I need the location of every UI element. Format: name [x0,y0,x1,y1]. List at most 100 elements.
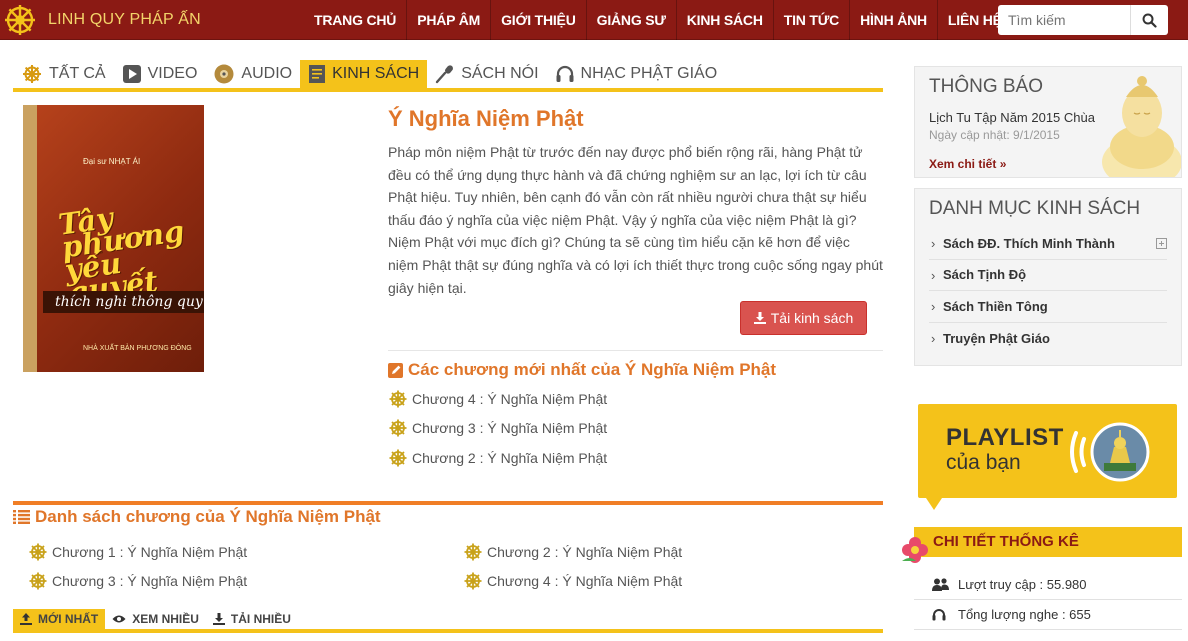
download-book-label: Tải kinh sách [770,310,854,326]
section-divider [13,501,883,505]
playlist-banner[interactable]: PLAYLIST của bạn [918,404,1177,510]
sort-tabs: MỚI NHẤT XEM NHIỀU TẢI NHIỀU [13,609,883,633]
chapter-list: Chương 1 : Ý Nghĩa Niệm Phật Chương 2 : … [28,537,888,595]
list-item[interactable]: Chương 1 : Ý Nghĩa Niệm Phật [28,537,463,566]
notice-date: Ngày cập nhật: 9/1/2015 [929,128,1060,142]
tab-audio[interactable]: AUDIO [205,60,300,88]
list-item[interactable]: Chương 3 : Ý Nghĩa Niệm Phật [388,414,607,444]
list-item[interactable]: Chương 2 : Ý Nghĩa Niệm Phật [463,537,888,566]
catalog-item[interactable]: › Sách ĐĐ. Thích Minh Thành [929,228,1167,260]
chevron-right-icon: › [931,267,936,283]
tab-video-label: VIDEO [147,65,198,82]
tab-audiobooks-label: SÁCH NÓI [461,65,539,82]
search-box [998,5,1168,35]
dharma-wheel-icon [21,63,43,85]
nav-item-teachers[interactable]: GIẢNG SƯ [587,0,677,40]
main-nav: TRANG CHỦ PHÁP ÂM GIỚI THIỆU GIẢNG SƯ KI… [304,0,1012,40]
catalog-item[interactable]: › Truyện Phật Giáo [929,323,1167,355]
dharma-wheel-icon [388,448,408,468]
play-icon [122,64,142,84]
stats-heading-bar: CHI TIẾT THỐNG KÊ [902,527,1182,563]
category-tabs: TẤT CẢ VIDEO AUDIO KINH SÁCH SÁCH NÓI NH… [13,60,883,92]
download-icon [212,613,225,625]
cover-subtitle: thích nghi thông quy [43,291,204,313]
headphones-icon [932,608,950,621]
stats-heading: CHI TIẾT THỐNG KÊ [933,533,1079,550]
catalog-item[interactable]: › Sách Thiền Tông [929,291,1167,323]
search-icon [1142,13,1157,28]
dharma-wheel-icon [463,571,483,591]
divider [388,350,883,351]
book-title: Ý Nghĩa Niệm Phật [388,106,584,131]
dharma-wheel-icon [28,542,48,562]
catalog-item[interactable]: › Sách Tịnh Độ [929,260,1167,291]
stat-row-listens: Tổng lượng nghe : 655 [914,600,1182,630]
list-item[interactable]: Chương 2 : Ý Nghĩa Niệm Phật [388,443,607,473]
stupa-sound-icon [1070,422,1150,482]
edit-icon [388,362,403,378]
cover-publisher: NHÀ XUẤT BẢN PHƯƠNG ĐÔNG [83,345,192,352]
lotus-flower-icon [902,537,928,563]
book-description: Pháp môn niệm Phật từ trước đến nay được… [388,144,883,296]
latest-chapters-list: Chương 4 : Ý Nghĩa Niệm Phật Chương 3 : … [388,384,607,473]
tab-all-label: TẤT CẢ [49,65,106,82]
chevron-right-icon: › [931,236,936,251]
tab-buddhist-music-label: NHẠC PHẬT GIÁO [580,65,718,82]
tab-all[interactable]: TẤT CẢ [13,60,114,88]
catalog-list: › Sách ĐĐ. Thích Minh Thành › Sách Tịnh … [929,228,1167,354]
disc-icon [213,63,235,85]
nav-item-dharma-audio[interactable]: PHÁP ÂM [407,0,492,40]
microphone-icon [435,64,455,84]
stat-row-visits: Lượt truy cập : 55.980 [914,570,1182,600]
cover-title: Tây phương yếu quyết [56,200,187,311]
search-button[interactable] [1130,5,1168,35]
expand-icon[interactable] [1156,238,1167,249]
notice-more-link[interactable]: Xem chi tiết » [929,157,1006,171]
chevron-right-icon: › [931,330,936,346]
playlist-title: PLAYLIST [946,424,1064,451]
nav-item-news[interactable]: TIN TỨC [774,0,851,40]
book-cover[interactable]: Đại sư NHẠT ÁI Tây phương yếu quyết thíc… [23,105,204,372]
nav-item-photos[interactable]: HÌNH ẢNH [850,0,938,40]
tab-newest[interactable]: MỚI NHẤT [13,609,106,629]
chapter-list-heading: Danh sách chương của Ý Nghĩa Niệm Phật [13,507,381,527]
tab-books-label: KINH SÁCH [332,65,420,82]
buddha-icon [1102,76,1181,177]
upload-icon [20,613,32,625]
dharma-wheel-icon [388,418,408,438]
dharma-wheel-icon [463,542,483,562]
list-item[interactable]: Chương 4 : Ý Nghĩa Niệm Phật [388,384,607,414]
tab-audio-label: AUDIO [241,65,293,82]
tab-video[interactable]: VIDEO [114,60,206,88]
site-name: LINH QUY PHÁP ẤN [48,11,201,28]
list-icon [13,510,30,524]
nav-item-home[interactable]: TRANG CHỦ [304,0,408,40]
site-logo[interactable]: LINH QUY PHÁP ẤN [0,0,201,40]
download-icon [753,312,766,324]
tab-most-downloaded[interactable]: TẢI NHIỀU [206,609,298,629]
dharma-wheel-icon [388,389,408,409]
list-item[interactable]: Chương 3 : Ý Nghĩa Niệm Phật [28,566,463,595]
list-item[interactable]: Chương 4 : Ý Nghĩa Niệm Phật [463,566,888,595]
book-icon [308,64,326,84]
notice-box: THÔNG BÁO Lịch Tu Tập Năm 2015 Chùa Ngày… [914,66,1182,178]
headphones-icon [555,64,575,84]
latest-chapters-heading: Các chương mới nhất của Ý Nghĩa Niệm Phậ… [388,360,776,380]
notice-heading: THÔNG BÁO [929,76,1044,97]
search-input[interactable] [998,5,1130,35]
cover-spine [23,105,37,372]
playlist-subtitle: của bạn [946,451,1021,474]
tab-most-viewed[interactable]: XEM NHIỀU [105,609,206,629]
cover-author: Đại sư NHẠT ÁI [83,157,141,166]
dharma-wheel-icon [0,0,40,40]
download-book-button[interactable]: Tải kinh sách [740,301,867,335]
nav-item-books[interactable]: KINH SÁCH [677,0,774,40]
nav-item-about[interactable]: GIỚI THIỆU [491,0,587,40]
dharma-wheel-icon [28,571,48,591]
tab-books[interactable]: KINH SÁCH [300,60,428,88]
tab-buddhist-music[interactable]: NHẠC PHẬT GIÁO [547,60,726,88]
tab-audiobooks[interactable]: SÁCH NÓI [427,60,546,88]
eye-icon [112,614,126,624]
notice-title[interactable]: Lịch Tu Tập Năm 2015 Chùa [929,110,1095,125]
book-catalog-box: DANH MỤC KINH SÁCH › Sách ĐĐ. Thích Minh… [914,188,1182,366]
